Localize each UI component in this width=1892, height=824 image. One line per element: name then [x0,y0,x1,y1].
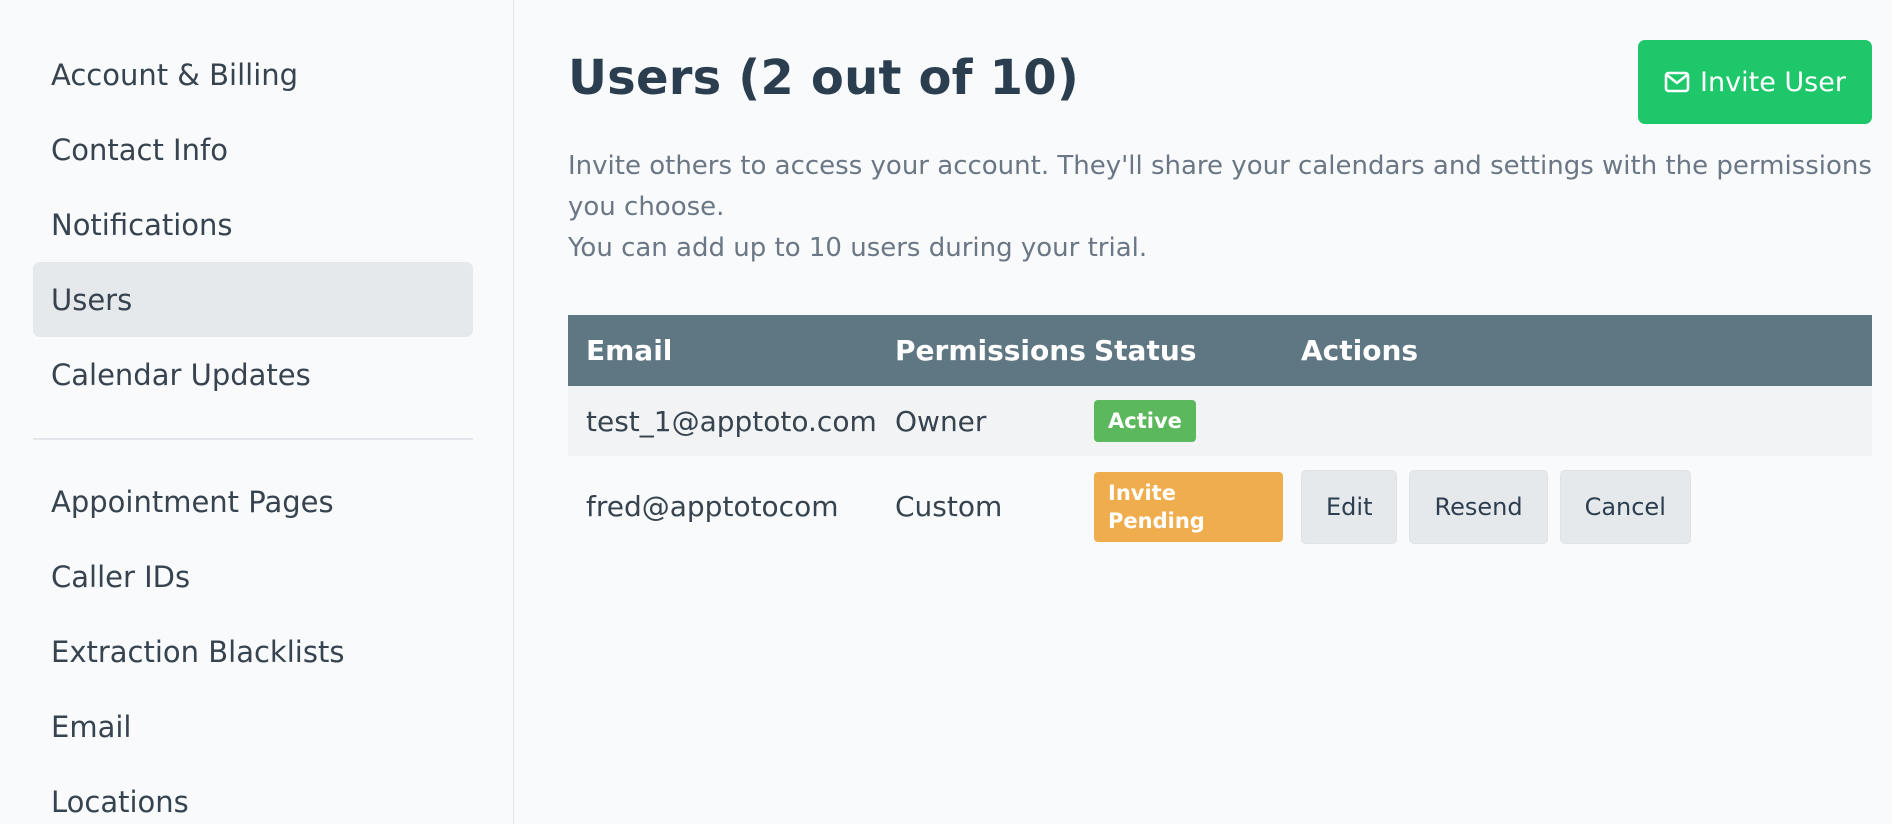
sidebar-item-notifications[interactable]: Notifications [33,187,473,262]
user-actions-cell: Edit Resend Cancel [1283,456,1872,557]
settings-sidebar: Account & Billing Contact Info Notificat… [0,0,514,824]
description-line-1: Invite others to access your account. Th… [568,151,1872,222]
description-line-2: You can add up to 10 users during your t… [568,233,1148,263]
users-main-panel: Users (2 out of 10) Invite User Invite o… [568,0,1872,824]
sidebar-item-appointment-pages[interactable]: Appointment Pages [33,464,473,539]
page-title: Users (2 out of 10) [568,50,1080,106]
sidebar-item-extraction-blacklists[interactable]: Extraction Blacklists [33,614,473,689]
sidebar-item-calendar-updates[interactable]: Calendar Updates [33,337,473,412]
user-permissions-cell: Custom [877,456,1076,557]
sidebar-item-email[interactable]: Email [33,689,473,764]
resend-invite-button[interactable]: Resend [1409,469,1548,544]
sidebar-primary-group: Account & Billing Contact Info Notificat… [33,37,473,412]
sidebar-item-account-billing[interactable]: Account & Billing [33,37,473,112]
users-table-body: test_1@apptoto.com Owner Active fred@app… [568,386,1872,557]
sidebar-divider [33,438,473,440]
table-row: test_1@apptoto.com Owner Active [568,386,1872,456]
column-header-permissions: Permissions [877,315,1086,386]
sidebar-item-locations[interactable]: Locations [33,764,473,824]
sidebar-item-contact-info[interactable]: Contact Info [33,112,473,187]
sidebar-item-caller-ids[interactable]: Caller IDs [33,539,473,614]
users-table-header-row: Email Permissions Status Actions [568,315,1872,386]
sidebar-item-users[interactable]: Users [33,262,473,337]
status-badge-active: Active [1094,400,1196,442]
user-status-cell: Active [1076,386,1283,456]
invite-user-label: Invite User [1700,66,1846,98]
cancel-invite-button[interactable]: Cancel [1559,469,1691,544]
user-email-cell: test_1@apptoto.com [568,386,877,456]
settings-page: Account & Billing Contact Info Notificat… [0,0,1892,824]
user-permissions-cell: Owner [877,386,1076,456]
users-description: Invite others to access your account. Th… [568,146,1872,269]
edit-user-button[interactable]: Edit [1301,469,1398,544]
column-header-email: Email [568,315,877,386]
users-table: Email Permissions Status Actions test_1@… [568,315,1872,557]
users-table-head: Email Permissions Status Actions [568,315,1872,386]
status-badge-pending: Invite Pending [1094,471,1283,542]
envelope-icon [1664,71,1690,93]
column-header-status: Status [1076,315,1283,386]
user-status-cell: Invite Pending [1076,456,1283,557]
sidebar-secondary-group: Appointment Pages Caller IDs Extraction … [33,464,473,824]
column-header-actions: Actions [1283,315,1872,386]
user-actions-cell [1283,386,1872,456]
invite-user-button[interactable]: Invite User [1638,40,1872,124]
table-row: fred@apptotocom Custom Invite Pending Ed… [568,456,1872,557]
user-email-cell: fred@apptotocom [568,456,877,557]
